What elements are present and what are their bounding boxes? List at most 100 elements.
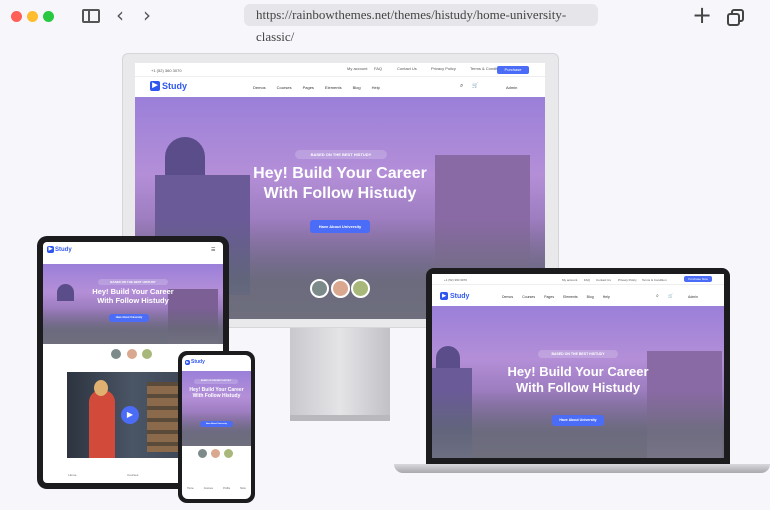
maximize-window-button[interactable] <box>43 11 54 22</box>
hero-cta-button[interactable]: Have About University <box>200 421 233 427</box>
avatar <box>140 347 154 361</box>
nav-help[interactable]: Help <box>603 295 610 299</box>
tab-home[interactable]: Home <box>68 473 76 483</box>
main-nav: Demos Courses Pages Elements Blog Help <box>253 85 380 90</box>
menu-icon[interactable]: ☰ <box>211 247 215 253</box>
hero-badge: BASED ON THE BEST HISTUDY <box>98 279 168 285</box>
monitor-stand <box>290 328 390 418</box>
person-head <box>94 380 108 396</box>
hero-cta-button[interactable]: Have About University <box>310 220 370 233</box>
top-bar: +1 (52) 360 3070 My account FAQ Contact … <box>135 63 545 77</box>
tab-courses[interactable]: Courses <box>204 487 213 499</box>
laptop-screen: +1 (52) 360 3070 My account FAQ Contact … <box>432 274 724 458</box>
avatar <box>310 279 329 298</box>
dome-building <box>436 346 460 370</box>
topbar-link[interactable]: My account <box>347 66 367 71</box>
play-button[interactable]: ▶ <box>121 406 139 424</box>
hero-badge: BASED ON THE BEST HISTUDY <box>194 379 238 384</box>
nav-help[interactable]: Help <box>372 85 380 90</box>
brand-name: Study <box>191 359 205 365</box>
admin-link[interactable]: Admin <box>506 85 517 90</box>
forward-icon[interactable]: › <box>143 5 151 25</box>
topbar-link[interactable]: My account <box>562 278 577 282</box>
topbar-link[interactable]: Privacy Policy <box>618 278 637 282</box>
topbar-link[interactable]: Contact Us <box>596 278 611 282</box>
topbar-link[interactable]: Terms & Condition <box>642 278 667 282</box>
avatar <box>331 279 350 298</box>
building <box>432 368 472 458</box>
purchase-button[interactable]: Purchase <box>497 66 529 74</box>
phone-text: +1 (52) 360 3070 <box>444 278 467 282</box>
plus-icon[interactable]: + <box>692 3 712 27</box>
hero-title: Hey! Build Your Career With Follow Histu… <box>253 165 427 202</box>
monitor-base <box>290 415 390 421</box>
brand-name: Study <box>55 246 72 253</box>
cart-icon[interactable]: 🛒 <box>472 83 478 89</box>
bottom-tabs: Home Courses Profile More <box>182 487 251 499</box>
avatar <box>351 279 370 298</box>
hero-section: BASED ON THE BEST HISTUDY Hey! Build You… <box>43 264 223 344</box>
hero-section: BASED ON THE BEST HISTUDY Hey! Build You… <box>182 371 251 446</box>
tab-profile[interactable]: Profile <box>223 487 230 499</box>
search-icon[interactable]: ⌕ <box>656 293 659 299</box>
top-bar: +1 (52) 360 3070 My account FAQ Contact … <box>432 274 724 285</box>
address-bar[interactable]: https://rainbowthemes.net/themes/histudy… <box>244 4 598 44</box>
nav-courses[interactable]: Courses <box>522 295 535 299</box>
person-figure <box>89 390 115 458</box>
nav-elements[interactable]: Elements <box>325 85 342 90</box>
site-logo[interactable]: ▶ Study <box>185 359 205 365</box>
tab-courses[interactable]: Courses <box>127 473 138 483</box>
avatar <box>197 448 208 459</box>
nav-blog[interactable]: Blog <box>353 85 361 90</box>
hero-title: Hey! Build Your Career With Follow Histu… <box>189 387 244 400</box>
nav-blog[interactable]: Blog <box>587 295 594 299</box>
logo-mark-icon: ▶ <box>185 359 190 365</box>
nav-demos[interactable]: Demos <box>253 85 266 90</box>
avatar <box>109 347 123 361</box>
topbar-link[interactable]: Contact Us <box>397 66 417 71</box>
hero-cta-button[interactable]: Have About University <box>109 314 149 322</box>
back-icon[interactable]: ‹ <box>116 5 124 25</box>
tab-overview-icon[interactable] <box>727 9 744 26</box>
hero-cta-button[interactable]: Have About University <box>552 415 604 426</box>
site-logo[interactable]: ▶ Study <box>47 246 72 253</box>
purchase-button[interactable]: Purchase Now <box>684 276 712 282</box>
sidebar-toggle-icon[interactable] <box>82 9 100 23</box>
minimize-window-button[interactable] <box>27 11 38 22</box>
nav-courses[interactable]: Courses <box>277 85 292 90</box>
phone-text: +1 (52) 360 3070 <box>151 68 182 73</box>
logo-mark-icon: ▶ <box>440 292 448 300</box>
admin-link[interactable]: Admin <box>688 295 698 299</box>
search-icon[interactable]: ⌕ <box>460 83 463 90</box>
topbar-link[interactable]: Privacy Policy <box>431 66 456 71</box>
hero-section: BASED ON THE BEST HISTUDY Hey! Build You… <box>432 306 724 458</box>
brand-name: Study <box>162 81 188 91</box>
site-logo[interactable]: ▶ Study <box>440 292 469 300</box>
tab-more[interactable]: More <box>240 487 246 499</box>
brand-name: Study <box>450 292 470 300</box>
hero-title: Hey! Build Your Career With Follow Histu… <box>92 287 174 306</box>
logo-mark-icon: ▶ <box>150 81 160 91</box>
cart-icon[interactable]: 🛒 <box>668 293 673 298</box>
avatar <box>223 448 234 459</box>
phone-screen: ▶ Study BASED ON THE BEST HISTUDY Hey! B… <box>182 355 251 499</box>
nav-demos[interactable]: Demos <box>502 295 513 299</box>
hero-badge: BASED ON THE BEST HISTUDY <box>538 350 618 358</box>
avatar <box>210 448 221 459</box>
laptop-mockup: +1 (52) 360 3070 My account FAQ Contact … <box>394 268 770 480</box>
close-window-button[interactable] <box>11 11 22 22</box>
phone-mockup: ▶ Study BASED ON THE BEST HISTUDY Hey! B… <box>178 351 255 503</box>
tab-home[interactable]: Home <box>187 487 194 499</box>
nav-elements[interactable]: Elements <box>563 295 578 299</box>
browser-toolbar: ‹ › https://rainbowthemes.net/themes/his… <box>0 0 770 44</box>
hero-title: Hey! Build Your Career With Follow Histu… <box>507 364 649 395</box>
logo-mark-icon: ▶ <box>47 246 54 253</box>
topbar-link[interactable]: FAQ <box>584 278 590 282</box>
site-logo[interactable]: ▶ Study <box>150 81 187 91</box>
nav-pages[interactable]: Pages <box>303 85 314 90</box>
nav-pages[interactable]: Pages <box>544 295 554 299</box>
laptop-base <box>394 464 770 473</box>
topbar-link[interactable]: FAQ <box>374 66 382 71</box>
main-nav: Demos Courses Pages Elements Blog Help <box>502 295 610 299</box>
hero-badge: BASED ON THE BEST HISTUDY <box>295 150 387 159</box>
